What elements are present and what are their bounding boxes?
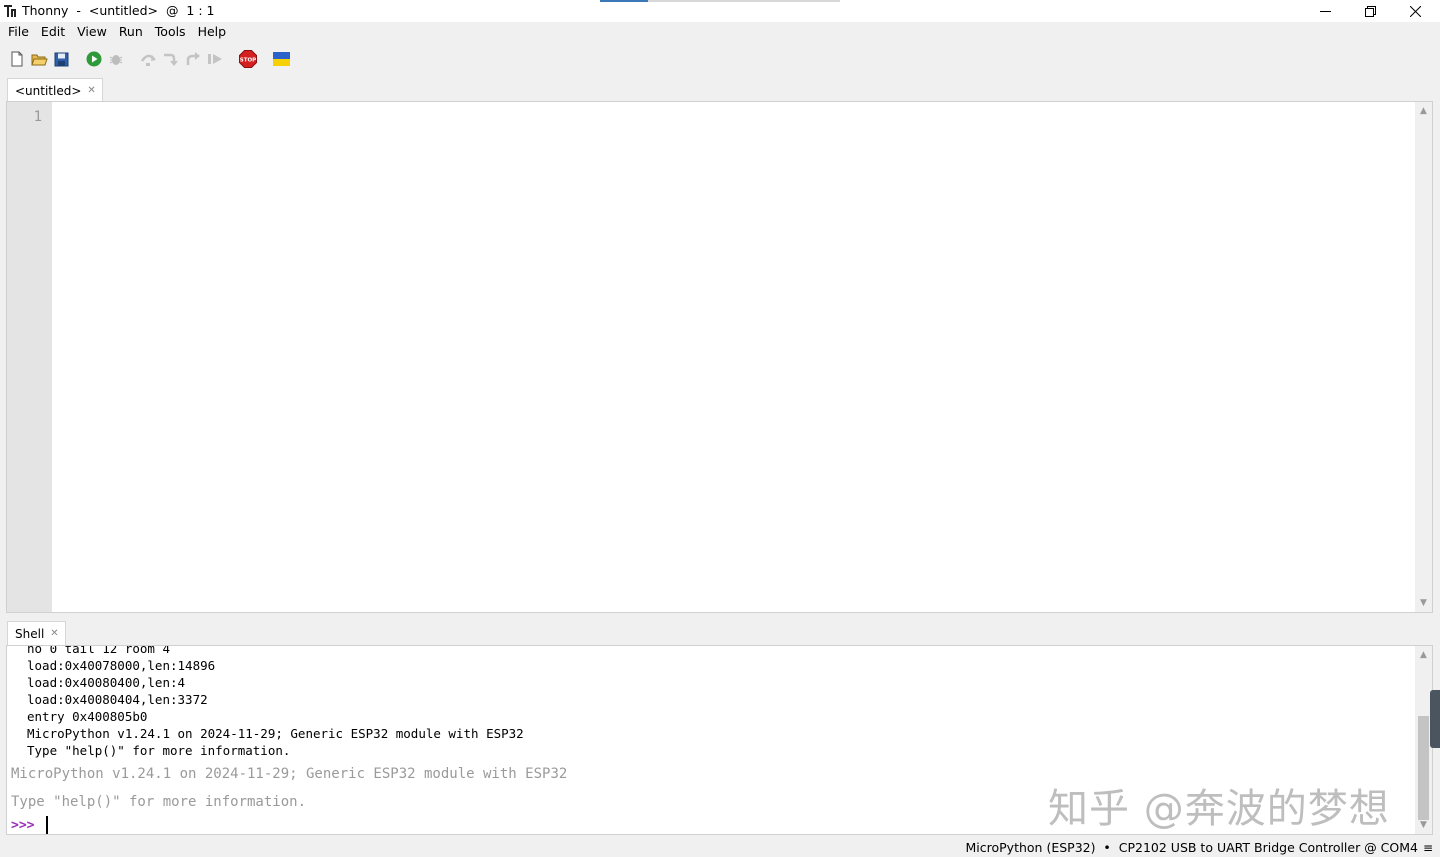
debug-button[interactable]	[107, 50, 125, 68]
shell-line: load:0x40080404,len:3372	[27, 692, 208, 707]
menu-file[interactable]: File	[4, 22, 33, 42]
title-bar: Thonny - <untitled> @ 1 : 1	[0, 0, 1440, 22]
editor-scrollbar[interactable]: ▲ ▼	[1415, 102, 1432, 612]
shell-line: entry 0x400805b0	[27, 709, 148, 724]
interpreter-selector[interactable]: MicroPython (ESP32) • CP2102 USB to UART…	[966, 840, 1419, 856]
minimize-icon	[1319, 10, 1331, 12]
step-into-button[interactable]	[162, 50, 180, 68]
tab-untitled[interactable]: <untitled> ✕	[7, 78, 103, 102]
text-cursor	[46, 816, 48, 834]
close-tab-icon[interactable]: ✕	[87, 85, 95, 96]
new-file-button[interactable]	[8, 50, 26, 68]
scroll-up-icon[interactable]: ▲	[1415, 648, 1432, 662]
resume-icon	[208, 54, 222, 64]
step-over-icon	[140, 54, 156, 66]
close-button[interactable]	[1392, 0, 1438, 22]
stop-icon: STOP	[239, 50, 257, 68]
save-button[interactable]	[52, 50, 70, 68]
thonny-icon	[4, 5, 16, 17]
status-bar: MicroPython (ESP32) • CP2102 USB to UART…	[0, 838, 1440, 857]
watermark: 知乎 @奔波的梦想	[1048, 786, 1390, 832]
run-button[interactable]	[85, 50, 103, 68]
shell-echo-line: Type "help()" for more information.	[11, 794, 307, 810]
scroll-down-icon[interactable]: ▼	[1415, 818, 1432, 832]
new-file-icon	[11, 51, 23, 67]
shell-line: load:0x40078000,len:14896	[27, 658, 216, 673]
step-over-button[interactable]	[140, 50, 158, 68]
tab-label: Shell	[15, 626, 45, 641]
save-icon	[54, 52, 68, 66]
step-out-icon	[186, 52, 200, 65]
menu-tools[interactable]: Tools	[151, 22, 190, 42]
scroll-up-icon[interactable]: ▲	[1415, 104, 1432, 118]
menu-bar: File Edit View Run Tools Help	[0, 22, 1440, 42]
open-file-button[interactable]	[30, 50, 48, 68]
hamburger-icon[interactable]: ≡	[1423, 840, 1433, 856]
run-icon	[86, 51, 102, 67]
close-tab-icon[interactable]: ✕	[50, 628, 58, 639]
shell-echo-line: MicroPython v1.24.1 on 2024-11-29; Gener…	[11, 766, 568, 782]
svg-text:STOP: STOP	[240, 58, 256, 64]
menu-help[interactable]: Help	[194, 22, 231, 42]
tab-shell[interactable]: Shell ✕	[7, 621, 66, 645]
toolbar: STOP	[0, 46, 1440, 74]
debug-icon	[109, 55, 123, 65]
stop-button[interactable]: STOP	[239, 50, 257, 68]
line-number: 1	[33, 109, 42, 125]
line-number-gutter: 1	[7, 102, 52, 612]
step-out-button[interactable]	[184, 50, 202, 68]
scrollbar-thumb[interactable]	[1418, 716, 1429, 820]
side-panel-handle[interactable]	[1430, 690, 1440, 748]
close-icon	[1409, 5, 1421, 17]
shell-line: ho 0 tail 12 room 4	[27, 646, 170, 656]
minimize-button[interactable]	[1302, 0, 1348, 22]
shell-prompt: >>>	[11, 818, 35, 833]
step-into-icon	[164, 53, 178, 66]
shell-line: MicroPython v1.24.1 on 2024-11-29; Gener…	[27, 726, 524, 741]
ukraine-flag-icon	[272, 52, 290, 66]
restore-button[interactable]	[1347, 0, 1393, 22]
tab-label: <untitled>	[15, 83, 82, 98]
menu-edit[interactable]: Edit	[37, 22, 69, 42]
menu-view[interactable]: View	[73, 22, 111, 42]
window-title: Thonny - <untitled> @ 1 : 1	[22, 3, 215, 18]
menu-run[interactable]: Run	[115, 22, 147, 42]
restore-icon	[1364, 5, 1376, 17]
code-editor[interactable]: 1 ▲ ▼	[6, 101, 1433, 613]
resume-button[interactable]	[206, 50, 224, 68]
shell-line: Type "help()" for more information.	[27, 743, 291, 758]
focus-indicator	[600, 0, 840, 2]
shell-line: load:0x40080400,len:4	[27, 675, 186, 690]
open-folder-icon	[30, 54, 48, 65]
ukraine-support-button[interactable]	[272, 50, 290, 68]
scroll-down-icon[interactable]: ▼	[1415, 596, 1432, 610]
